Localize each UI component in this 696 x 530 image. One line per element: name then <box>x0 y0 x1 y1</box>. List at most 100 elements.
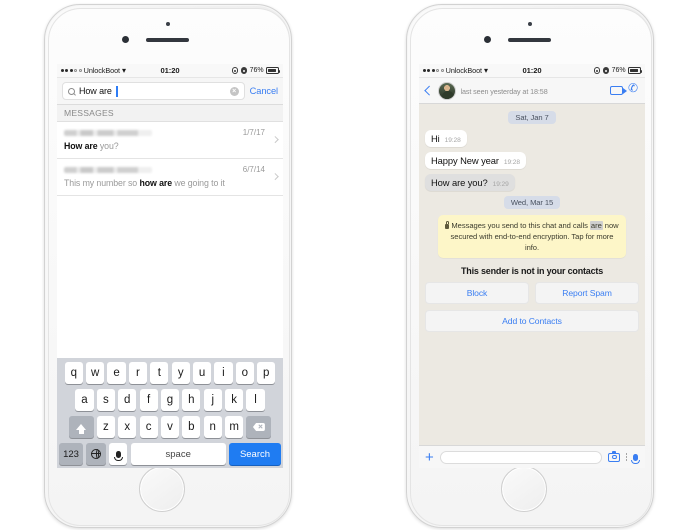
key-y[interactable]: y <box>171 362 190 384</box>
message-composer: + <box>419 445 645 468</box>
key-h[interactable]: h <box>182 389 201 411</box>
battery-percent: 76% <box>249 67 264 74</box>
key-l[interactable]: l <box>246 389 265 411</box>
key-q[interactable]: q <box>64 362 83 384</box>
bubble-time: 19:28 <box>444 137 461 144</box>
clear-text-icon[interactable]: × <box>229 86 239 96</box>
add-to-contacts-button[interactable]: Add to Contacts <box>425 310 639 332</box>
camera-icon[interactable] <box>607 450 620 462</box>
battery-percent: 76% <box>611 67 626 74</box>
screenshot-canvas: UnlockBoot ▾ 01:20 76% How are × Cancel … <box>0 0 696 530</box>
key-b[interactable]: b <box>182 416 201 438</box>
table-row[interactable]: 6/7/14 This my number so how are we goin… <box>57 159 283 196</box>
key-k[interactable]: k <box>225 389 244 411</box>
message-input[interactable] <box>439 450 602 464</box>
video-call-icon[interactable] <box>610 86 627 95</box>
chat-bubble[interactable]: Hi 19:28 <box>425 130 467 147</box>
space-key[interactable]: space <box>130 443 226 465</box>
status-bar: UnlockBoot ▾ 01:20 76% <box>57 64 283 78</box>
carrier-label: UnlockBoot <box>445 66 482 75</box>
result-date: 6/7/14 <box>242 165 265 174</box>
keyboard-row-3: z x c v b n m <box>59 416 281 438</box>
backspace-key-icon[interactable] <box>246 416 272 438</box>
chat-message-area: Sat, Jan 7 Hi 19:28 Happy New year 19:28… <box>419 104 645 445</box>
report-spam-button[interactable]: Report Spam <box>535 282 639 304</box>
location-services-icon <box>231 67 239 74</box>
bubble-time: 19:29 <box>492 181 509 188</box>
text-cursor <box>116 85 118 97</box>
key-o[interactable]: o <box>235 362 254 384</box>
chat-bubble-highlighted[interactable]: How are you? 19:29 <box>425 174 515 191</box>
table-row[interactable]: 1/7/17 How are you? <box>57 122 283 159</box>
contact-status: last seen yesterday at 18:58 <box>460 87 548 97</box>
bubble-text: Happy New year <box>431 155 499 166</box>
key-i[interactable]: i <box>214 362 233 384</box>
key-u[interactable]: u <box>192 362 212 384</box>
microphone-key-icon[interactable] <box>109 443 128 465</box>
search-input-value: How are <box>79 86 112 96</box>
home-button[interactable] <box>501 466 547 512</box>
key-a[interactable]: a <box>75 389 94 411</box>
keyboard-row-1: q w e r t y u i o p <box>59 362 281 384</box>
key-f[interactable]: f <box>139 389 158 411</box>
key-x[interactable]: x <box>118 416 137 438</box>
back-chevron-icon[interactable] <box>424 85 434 96</box>
key-r[interactable]: r <box>128 362 148 384</box>
contact-action-row: Block Report Spam <box>425 282 639 304</box>
bubble-time: 19:28 <box>503 159 520 166</box>
encryption-notice[interactable]: Messages you send to this chat and calls… <box>437 215 627 258</box>
microphone-icon[interactable] <box>631 453 640 464</box>
result-row-top: 1/7/17 <box>64 128 276 137</box>
front-camera-icon <box>122 36 129 43</box>
key-j[interactable]: j <box>203 389 222 411</box>
key-n[interactable]: n <box>203 416 222 438</box>
status-bar: UnlockBoot ▾ 01:20 76% <box>419 64 645 78</box>
proximity-sensor-icon <box>528 22 532 26</box>
result-date: 1/7/17 <box>242 128 265 137</box>
left-screen: UnlockBoot ▾ 01:20 76% How are × Cancel … <box>57 64 283 468</box>
encryption-highlight: are <box>589 221 603 230</box>
numbers-key[interactable]: 123 <box>59 443 83 465</box>
key-v[interactable]: v <box>160 416 180 438</box>
front-camera-icon <box>484 36 491 43</box>
block-button[interactable]: Block <box>425 282 529 304</box>
key-e[interactable]: e <box>107 362 126 384</box>
match-text: How are <box>64 141 98 151</box>
search-bar: How are × Cancel <box>57 78 283 105</box>
right-screen: UnlockBoot ▾ 01:20 76% last seen yesterd… <box>419 64 645 468</box>
key-s[interactable]: s <box>96 389 115 411</box>
status-right: 76% <box>593 67 643 74</box>
key-g[interactable]: g <box>160 389 180 411</box>
virtual-keyboard: q w e r t y u i o p a s d f g h j k l z … <box>57 358 283 468</box>
rotation-lock-icon <box>240 67 248 74</box>
attach-plus-icon[interactable]: + <box>425 450 434 465</box>
home-button[interactable] <box>139 466 185 512</box>
sender-name-blurred <box>64 129 152 136</box>
date-separator: Sat, Jan 7 <box>508 111 556 124</box>
status-left: UnlockBoot ▾ <box>61 66 126 75</box>
search-key[interactable]: Search <box>229 443 281 465</box>
result-preview: This my number so how are we going to it <box>64 178 276 188</box>
more-options-icon[interactable] <box>625 453 628 461</box>
lock-icon <box>445 220 450 229</box>
status-right: 76% <box>231 67 281 74</box>
key-m[interactable]: m <box>225 416 244 438</box>
chat-bubble[interactable]: Happy New year 19:28 <box>425 152 526 169</box>
key-w[interactable]: w <box>86 362 105 384</box>
key-z[interactable]: z <box>96 416 115 438</box>
key-t[interactable]: t <box>150 362 169 384</box>
shift-key-icon[interactable] <box>68 416 94 438</box>
match-text: how are <box>139 178 172 188</box>
key-c[interactable]: c <box>139 416 158 438</box>
keyboard-row-4: 123 space Search <box>59 443 281 465</box>
search-input[interactable]: How are × <box>62 82 245 100</box>
avatar[interactable] <box>437 81 456 100</box>
key-d[interactable]: d <box>118 389 137 411</box>
globe-key-icon[interactable] <box>86 443 107 465</box>
key-p[interactable]: p <box>257 362 276 384</box>
cancel-button[interactable]: Cancel <box>250 86 278 96</box>
sender-name-blurred <box>64 166 152 173</box>
result-preview: How are you? <box>64 141 276 151</box>
search-results-list: 1/7/17 How are you? 6/7/14 This my numbe… <box>57 122 283 196</box>
voice-call-icon[interactable] <box>628 81 639 96</box>
